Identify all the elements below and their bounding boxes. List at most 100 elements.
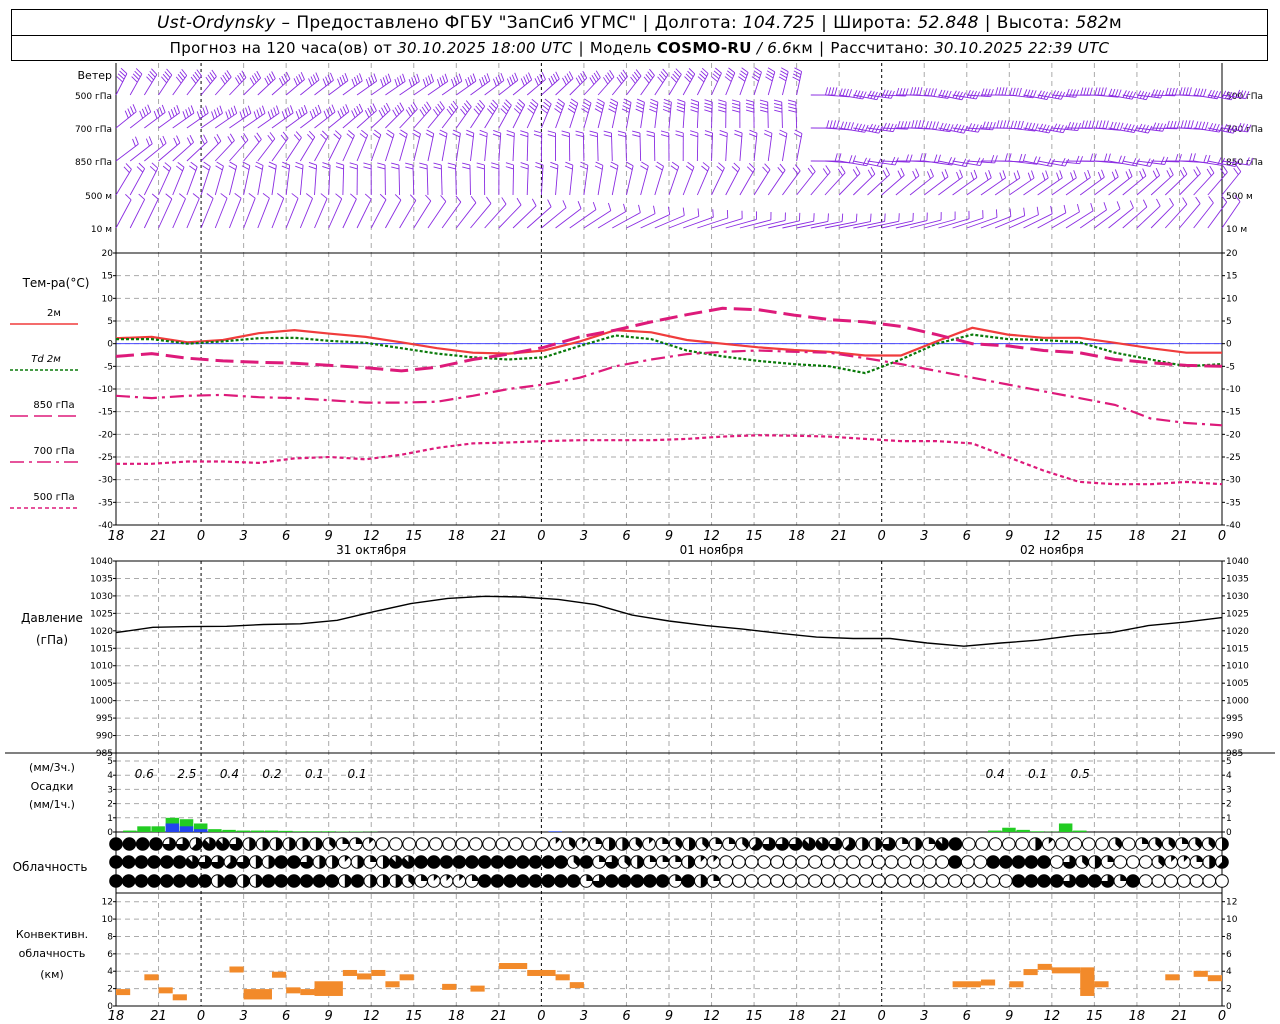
wind-barb-flag (423, 104, 430, 112)
cloud-middle-circle (897, 855, 911, 869)
wind-barb-flag (358, 103, 364, 112)
conv-cloud-bar (952, 981, 981, 988)
cloud-fill-sector (382, 874, 390, 888)
wind-barb-flag (840, 165, 846, 174)
conv-tick-right: 6 (1226, 950, 1232, 960)
wind-barb-flag (219, 105, 223, 114)
wind-barb-shaft (484, 105, 499, 129)
wind-barb-flag (764, 129, 773, 134)
wind-barb-flag (419, 162, 428, 166)
time-label: 18 (108, 1009, 125, 1024)
cloud-fill-full (618, 874, 631, 888)
wind-barb-flag (251, 75, 257, 83)
wind-barb-flag (419, 109, 425, 117)
wind-barb-flag (990, 155, 995, 163)
wind-barb-shaft (696, 167, 710, 196)
wind-barb-flag (697, 208, 700, 217)
wind-barb-flag (1129, 200, 1134, 209)
conv-title-2: облачность (19, 947, 86, 960)
cloud-high-circle (468, 837, 483, 851)
wind-barb-flag (450, 103, 457, 111)
wind-barb-shaft (186, 198, 200, 229)
wind-barb-flag (734, 133, 742, 138)
wind-barb-shaft (229, 198, 242, 229)
cloud-fill-sector (262, 837, 269, 851)
wind-barb-flag (595, 70, 601, 78)
wind-barb-flag (577, 201, 582, 209)
wind-barb-flag (594, 165, 603, 170)
wind-barb-shaft (257, 138, 276, 162)
wind-barb-shaft (484, 133, 488, 162)
wind-barb-flag (1131, 91, 1137, 100)
wind-barb-flag (918, 120, 922, 129)
wind-barb-flag (1195, 196, 1201, 204)
wind-barb-flag (670, 165, 678, 171)
wind-barb-shaft (426, 164, 429, 196)
wind-barb-shaft (626, 75, 642, 96)
wind-barb-shaft (1150, 204, 1174, 229)
wind-barb-flag (731, 99, 740, 103)
time-label: 9 (1005, 529, 1013, 544)
precip-bar-snow (165, 823, 180, 832)
wind-barb-flag (774, 109, 783, 113)
wind-barb-flag (547, 130, 556, 134)
pressure-tick-right: 1005 (1226, 679, 1249, 689)
pressure-tick-right: 1035 (1226, 574, 1249, 584)
wind-barb-flag (303, 105, 308, 113)
wind-barb-flag (1077, 122, 1082, 131)
wind-barb-flag (635, 105, 644, 110)
precip-bar-snow (179, 826, 194, 832)
wind-barb-flag (315, 106, 319, 115)
pressure-tick-left: 1005 (90, 679, 113, 689)
wind-barb-shaft (186, 166, 198, 196)
wind-barb-shaft (569, 209, 597, 229)
wind-barb-shaft (1023, 177, 1049, 196)
cloud-fill-full (198, 874, 212, 888)
wind-barb-flag (553, 73, 558, 82)
pressure-tick-left: 995 (96, 714, 113, 724)
wind-barb-flag (426, 101, 432, 109)
wind-barb-flag (779, 163, 786, 171)
precip-3h-total: 2.5 (177, 767, 196, 781)
cloud-high-circle (429, 837, 443, 851)
wind-barb-flag (745, 106, 754, 110)
wind-barb-flag (1152, 170, 1158, 179)
cloud-fill-sector (1196, 855, 1203, 862)
wind-barb-shaft (1164, 204, 1188, 229)
cloud-high-circle (415, 837, 430, 851)
wind-barb-flag (1017, 120, 1021, 129)
conv-cloud-bar (1165, 974, 1180, 981)
wind-barb-flag (787, 99, 796, 103)
cloud-high-circle (1068, 837, 1083, 851)
wind-barb-flag (855, 213, 858, 222)
wind-barb-flag (315, 72, 320, 81)
wind-barb-shaft (1164, 173, 1188, 196)
wind-barb-flag (1114, 169, 1119, 177)
wind-barb-flag (127, 108, 132, 117)
wind-barb-flag (766, 73, 774, 79)
wind-barb-flag (1079, 156, 1084, 164)
wind-barb-flag (1059, 170, 1063, 179)
cloud-low-circle (884, 874, 899, 888)
wind-barb-flag (829, 120, 833, 129)
wind-barb-flag (967, 123, 973, 131)
wind-barb-flag (356, 75, 361, 83)
wind-barb-flag (452, 100, 459, 108)
cloud-fill-sector (715, 837, 722, 844)
wind-barb-flag (718, 102, 727, 106)
cloud-high-circle (508, 837, 523, 851)
wind-barb-flag (1057, 91, 1063, 99)
cloud-low-circle (871, 874, 886, 888)
cloud-fill-full (1050, 874, 1064, 888)
cloud-fill-full (465, 855, 479, 869)
wind-barb-flag (400, 129, 408, 135)
wind-barb-flag (1166, 170, 1171, 178)
wind-barb-flag (881, 89, 886, 98)
wind-barb-flag (383, 105, 389, 113)
wind-barb-flag (1198, 121, 1202, 130)
wind-barb-flag (427, 75, 432, 84)
wind-barb-shaft (427, 133, 435, 162)
wind-barb-flag (1182, 87, 1186, 96)
wind-barb-flag (564, 75, 569, 84)
wind-barb-flag (607, 202, 612, 211)
